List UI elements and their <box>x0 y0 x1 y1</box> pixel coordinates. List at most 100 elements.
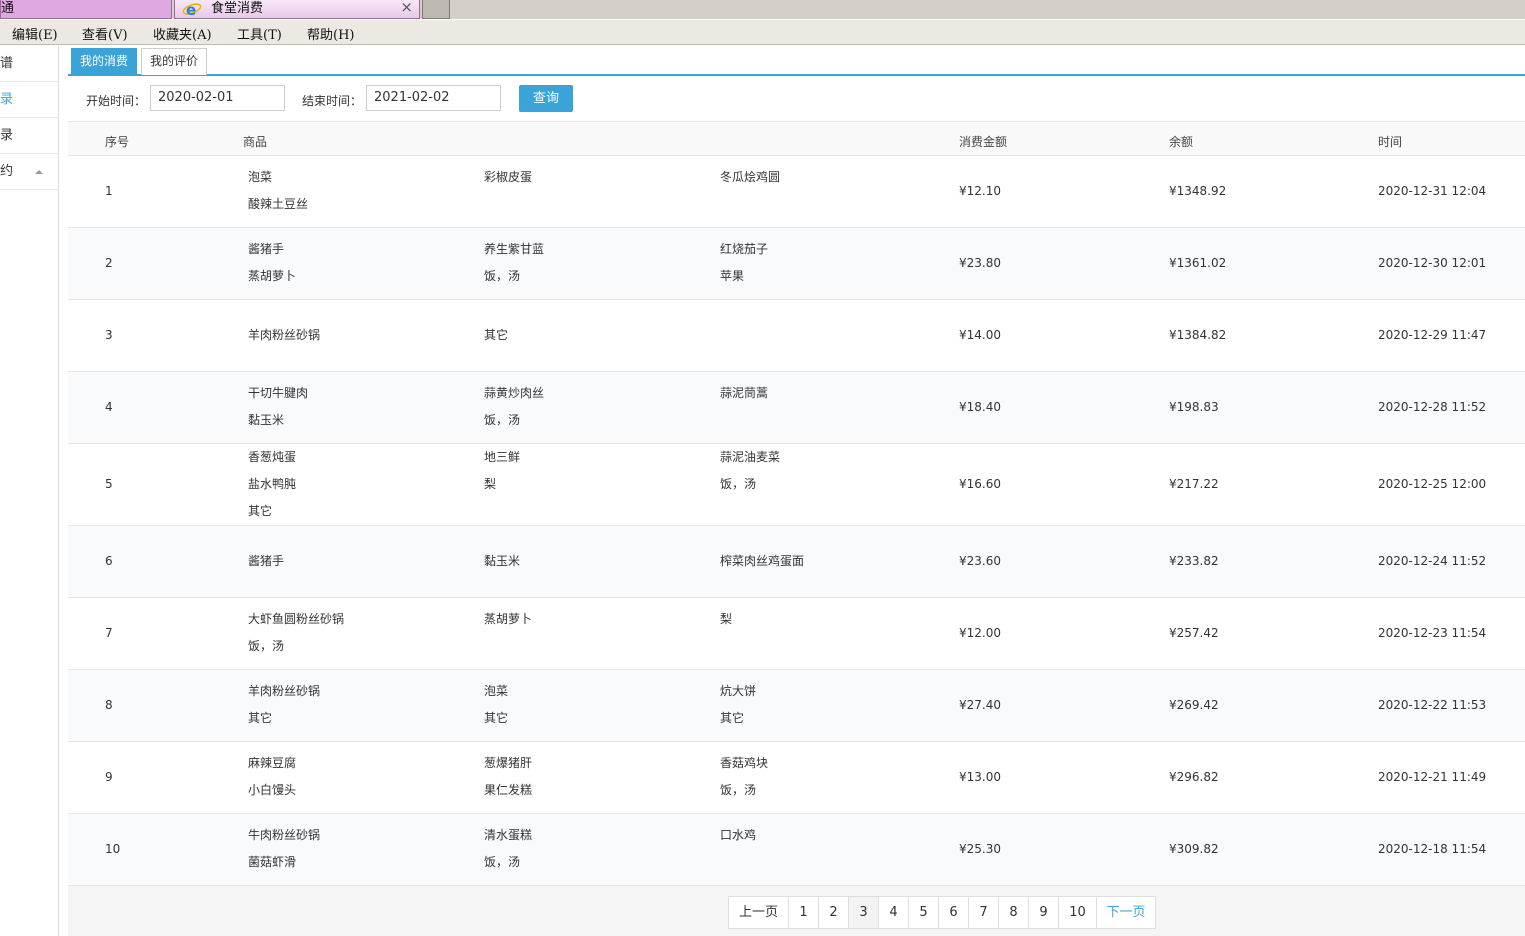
dish-name: 麻辣豆腐 <box>248 756 297 770</box>
dish-name: 饭，汤 <box>484 413 521 427</box>
dish-name: 蒜泥茼蒿 <box>720 386 769 400</box>
page-button[interactable]: 9 <box>1029 897 1059 928</box>
close-icon[interactable]: × <box>400 0 413 16</box>
menu-help[interactable]: 帮助(H) <box>307 24 354 43</box>
dish-name: 香菇鸡块 <box>720 756 769 770</box>
dish-name: 牛肉粉丝砂锅 <box>248 828 321 842</box>
page-button[interactable]: 2 <box>819 897 849 928</box>
browser-tab-canteen[interactable]: e 食堂消费 × <box>174 0 420 19</box>
time-value: 2020-12-25 12:00 <box>1378 477 1487 491</box>
table-row: 9 麻辣豆腐 小白馒头 葱爆猪肝 果仁发糕 香菇鸡块 饭，汤 ¥13.00 ¥296.82 202… <box>68 742 1525 814</box>
caret-up-icon <box>35 170 43 174</box>
menu-tools[interactable]: 工具(T) <box>237 24 282 43</box>
tab-my-consumption[interactable]: 我的消费 <box>71 48 138 75</box>
browser-tab-transport[interactable]: 交通 <box>0 0 172 19</box>
menu-edit[interactable]: 编辑(E) <box>12 24 58 43</box>
amount-value: ¥23.80 <box>959 256 1001 270</box>
dish-name: 其它 <box>248 711 273 725</box>
pagination-bar: 上一页 1 2 3 4 5 6 7 8 9 10 下一页 <box>68 886 1525 936</box>
menu-bar: 编辑(E) 查看(V) 收藏夹(A) 工具(T) 帮助(H) <box>0 19 1525 45</box>
dish-name: 黏玉米 <box>248 413 285 427</box>
row-number: 9 <box>105 770 113 784</box>
amount-value: ¥23.60 <box>959 554 1001 568</box>
amount-value: ¥25.30 <box>959 842 1001 856</box>
menu-favorites[interactable]: 收藏夹(A) <box>153 24 212 43</box>
dish-name: 蒜黄炒肉丝 <box>484 386 545 400</box>
page-button[interactable]: 4 <box>879 897 909 928</box>
dish-name: 饭，汤 <box>720 783 757 797</box>
column-header-time: 时间 <box>1378 135 1403 149</box>
sidebar-item-consumption-record[interactable]: 记录 <box>0 82 59 118</box>
row-number: 2 <box>105 256 113 270</box>
dish-name: 羊肉粉丝砂锅 <box>248 328 321 342</box>
dish-name: 蒜泥油麦菜 <box>720 450 781 464</box>
dish-name: 蒸胡萝卜 <box>248 269 297 283</box>
table-row: 2 酱猪手 蒸胡萝卜 养生紫甘蓝 饭，汤 红烧茄子 苹果 ¥23.80 ¥1361.02 2020… <box>68 228 1525 300</box>
dish-name: 葱爆猪肝 <box>484 756 533 770</box>
dish-name: 红烧茄子 <box>720 242 769 256</box>
amount-value: ¥12.10 <box>959 184 1001 198</box>
page-button[interactable]: 1 <box>789 897 819 928</box>
page-button[interactable]: 8 <box>999 897 1029 928</box>
sidebar-item-label: 记录 <box>0 128 14 143</box>
prev-page-button[interactable]: 上一页 <box>729 897 789 928</box>
end-time-label: 结束时间： <box>302 94 363 108</box>
end-time-input[interactable]: 2021-02-02 <box>366 85 501 111</box>
page-button[interactable]: 5 <box>909 897 939 928</box>
page-button[interactable]: 3 <box>849 897 879 928</box>
time-value: 2020-12-18 11:54 <box>1378 842 1487 856</box>
dish-name: 香葱炖蛋 <box>248 450 297 464</box>
start-time-label: 开始时间： <box>86 94 147 108</box>
pagination: 上一页 1 2 3 4 5 6 7 8 9 10 下一页 <box>728 896 1156 929</box>
tab-my-reviews[interactable]: 我的评价 <box>141 48 208 75</box>
column-header-balance: 余额 <box>1169 135 1194 149</box>
amount-value: ¥14.00 <box>959 328 1001 342</box>
dish-name: 盐水鸭肫 <box>248 477 297 491</box>
dish-name: 酱猪手 <box>248 242 285 256</box>
menu-view[interactable]: 查看(V) <box>82 24 128 43</box>
balance-value: ¥257.42 <box>1169 626 1219 640</box>
start-time-input[interactable]: 2020-02-01 <box>150 85 285 111</box>
page-button[interactable]: 6 <box>939 897 969 928</box>
sidebar-item-reservation[interactable]: 预约 <box>0 154 59 190</box>
next-page-button[interactable]: 下一页 <box>1097 897 1155 928</box>
dish-name: 彩椒皮蛋 <box>484 170 533 184</box>
sidebar-item-label: 预约 <box>0 164 14 179</box>
sidebar-item-label: 记录 <box>0 92 14 107</box>
table-row: 4 干切牛腱肉 黏玉米 蒜黄炒肉丝 饭，汤 蒜泥茼蒿 ¥18.40 ¥198.83 2020-1… <box>68 372 1525 444</box>
dish-name: 大虾鱼圆粉丝砂锅 <box>248 612 345 626</box>
new-tab-button[interactable] <box>422 0 450 19</box>
time-value: 2020-12-22 11:53 <box>1378 698 1487 712</box>
dish-name: 泡菜 <box>484 684 509 698</box>
dish-name: 菌菇虾滑 <box>248 855 297 869</box>
dish-name: 地三鲜 <box>484 450 521 464</box>
row-number: 10 <box>105 842 121 856</box>
page-button[interactable]: 7 <box>969 897 999 928</box>
dish-name: 羊肉粉丝砂锅 <box>248 684 321 698</box>
dish-name: 口水鸡 <box>720 828 757 842</box>
sidebar-item-menu[interactable]: 菜谱 <box>0 46 59 82</box>
row-number: 4 <box>105 400 113 414</box>
amount-value: ¥18.40 <box>959 400 1001 414</box>
page-button[interactable]: 10 <box>1059 897 1097 928</box>
dish-name: 苹果 <box>720 269 745 283</box>
table-row: 6 酱猪手 黏玉米 榨菜肉丝鸡蛋面 ¥23.60 ¥233.82 2020-12-24 11… <box>68 526 1525 598</box>
browser-tab-label: 食堂消费 <box>211 1 264 16</box>
row-number: 6 <box>105 554 113 568</box>
amount-value: ¥13.00 <box>959 770 1001 784</box>
sidebar-item-record[interactable]: 记录 <box>0 118 59 154</box>
dish-name: 梨 <box>720 612 733 626</box>
column-header-amount: 消费金额 <box>959 135 1008 149</box>
query-button[interactable]: 查询 <box>519 85 573 112</box>
dish-name: 冬瓜烩鸡圆 <box>720 170 781 184</box>
main-content: 我的消费 我的评价 开始时间： 2020-02-01 结束时间： 2021-02… <box>68 46 1525 936</box>
dish-name: 饭，汤 <box>248 639 285 653</box>
browser-tab-label: 交通 <box>1 1 15 16</box>
time-value: 2020-12-28 11:52 <box>1378 400 1487 414</box>
table-row: 1 泡菜 酸辣土豆丝 彩椒皮蛋 冬瓜烩鸡圆 ¥12.10 ¥1348.92 2020-12-3… <box>68 156 1525 228</box>
balance-value: ¥233.82 <box>1169 554 1219 568</box>
table-header: 序号 商品 消费金额 余额 时间 <box>68 121 1525 156</box>
sidebar-item-label: 菜谱 <box>0 56 14 71</box>
dish-name: 干切牛腱肉 <box>248 386 309 400</box>
balance-value: ¥269.42 <box>1169 698 1219 712</box>
